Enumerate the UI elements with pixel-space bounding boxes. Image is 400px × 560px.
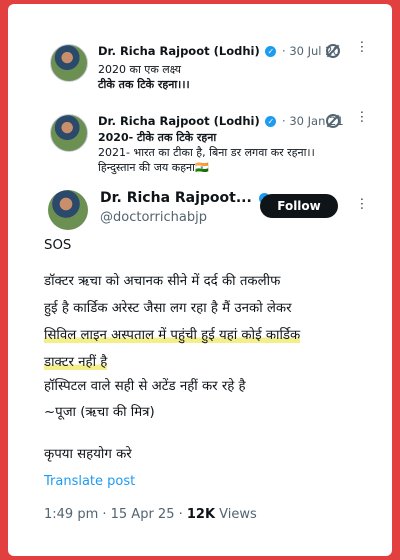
more-options-icon[interactable]: ··· (353, 40, 369, 53)
post-text-line: 2020 का एक लक्ष्य (98, 63, 182, 76)
post-text-line: हॉस्पिटल वाले सही से अटेंड नहीं कर रहे ह… (44, 379, 246, 394)
post-screenshot: Dr. Richa Rajpoot (Lodhi) ✓ · 30 Jul 20 … (8, 4, 392, 556)
more-options-icon[interactable]: ··· (353, 197, 369, 210)
avatar[interactable] (50, 44, 88, 82)
post-text-line: सिविल लाइन अस्पताल में पहुंची हुई यहां क… (44, 325, 301, 343)
quoted-post[interactable]: Dr. Richa Rajpoot (Lodhi) ✓ · 30 Jan 21 … (16, 102, 384, 174)
quoted-post-header: Dr. Richa Rajpoot (Lodhi) ✓ · 30 Jul 20 (98, 44, 340, 58)
post-text-line: कृपया सहयोग करे (44, 447, 132, 462)
author-name[interactable]: Dr. Richa Rajpoot (Lodhi) (98, 114, 260, 128)
post-text-line: डॉक्टर ऋचा को अचानक सीने में दर्द की तकल… (44, 274, 281, 289)
follow-button[interactable]: Follow (260, 194, 338, 218)
quoted-post[interactable]: Dr. Richa Rajpoot (Lodhi) ✓ · 30 Jul 20 … (16, 32, 384, 96)
views-count: 12K (186, 507, 216, 522)
post-text-line: डाक्टर नहीं है (44, 352, 108, 370)
post-text-line: टीके तक टिके रहना।।। (98, 78, 190, 91)
post-text-line: 2020- टीके तक टिके रहना (98, 131, 217, 144)
post-text-line: हुई है कार्डिक अरेस्ट जैसा लग रहा है मैं… (44, 301, 292, 316)
main-author-handle[interactable]: @doctorrichabjp (100, 210, 207, 225)
verified-badge-icon: ✓ (265, 116, 277, 127)
grok-icon[interactable] (326, 44, 340, 58)
main-avatar[interactable] (48, 190, 88, 230)
post-text-line: ~पूजा (ऋचा की मित्र) (44, 405, 155, 420)
post-timestamp[interactable]: 1:49 pm · 15 Apr 25 · (44, 507, 187, 522)
avatar[interactable] (50, 114, 88, 152)
more-options-icon[interactable]: ··· (353, 110, 369, 123)
main-author-line: Dr. Richa Rajpoot... ✓ (100, 190, 272, 206)
views-label: Views (215, 507, 257, 522)
author-name[interactable]: Dr. Richa Rajpoot (Lodhi) (98, 44, 260, 58)
post-text-line: हिन्दुस्तान की जय कहना🇮🇳 (98, 161, 209, 174)
post-meta: 1:49 pm · 15 Apr 25 · 12K Views (44, 507, 257, 522)
grok-icon[interactable] (326, 114, 340, 128)
quoted-post-header: Dr. Richa Rajpoot (Lodhi) ✓ · 30 Jan 21 (98, 114, 344, 128)
verified-badge-icon: ✓ (265, 46, 277, 57)
post-text-line: 2021- भारत का टीका है, बिना डर लगवा कर र… (98, 146, 315, 159)
post-text-line: SOS (44, 238, 72, 253)
main-author-name[interactable]: Dr. Richa Rajpoot... (100, 190, 252, 206)
translate-post-link[interactable]: Translate post (44, 474, 135, 489)
